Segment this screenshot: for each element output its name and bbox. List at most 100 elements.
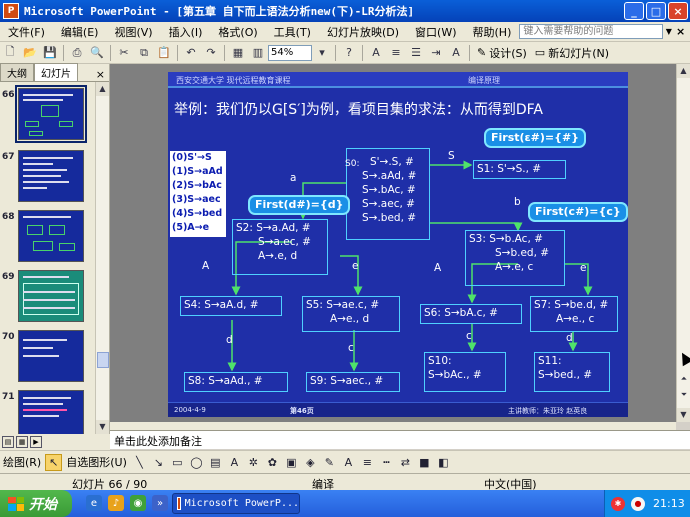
next-slide-icon[interactable]: ⏷ (677, 390, 690, 400)
slide-thumbnail-70[interactable]: 70 (0, 330, 94, 388)
line-color-icon[interactable]: ✎ (321, 454, 338, 471)
slide-thumbnail-66[interactable]: 66 (0, 85, 94, 146)
start-button[interactable]: 开始 (0, 490, 72, 517)
slide-thumbnail-67[interactable]: 67 (0, 150, 94, 208)
state-s9: S9: S→aec., # (306, 372, 400, 392)
menu-window[interactable]: 窗口(W) (407, 24, 464, 40)
open-icon[interactable]: 📂 (21, 44, 39, 62)
slide-sorter-view-icon[interactable]: ▦ (16, 436, 28, 448)
state-s5: S5: S→ae.c, # A→e., d (302, 296, 400, 332)
zoom-dropdown-icon[interactable]: ▾ (313, 44, 331, 62)
previous-slide-icon[interactable]: ⏶ (677, 374, 690, 384)
copy-icon[interactable]: ⧉ (135, 44, 153, 62)
thumbnail-scrollbar[interactable]: ▲ ▼ (95, 82, 109, 434)
maximize-button[interactable]: □ (646, 2, 666, 20)
state-s2-item: S2: S→a.Ad, # (236, 222, 311, 234)
scroll-thumb[interactable] (97, 352, 109, 368)
tab-outline[interactable]: 大纲 (0, 63, 34, 81)
design-button-label: 设计(S) (489, 46, 527, 60)
line-style-icon[interactable]: ≡ (359, 454, 376, 471)
scroll-down-icon[interactable]: ▼ (677, 408, 690, 422)
undo-icon[interactable]: ↶ (182, 44, 200, 62)
arrow-icon[interactable]: ↘ (150, 454, 167, 471)
fill-color-icon[interactable]: ◈ (302, 454, 319, 471)
state-s3: S3: S→b.Ac, # S→b.ed, # A→.e, c (465, 230, 565, 286)
quicklaunch-more-icon[interactable]: » (152, 495, 168, 511)
rectangle-icon[interactable]: ▭ (169, 454, 186, 471)
paste-icon[interactable]: 📋 (155, 44, 173, 62)
notes-pane[interactable]: 单击此处添加备注 (110, 430, 690, 449)
table-icon[interactable]: ▦ (229, 44, 247, 62)
document-close-icon[interactable]: × (674, 25, 687, 38)
slide-thumbnail-69[interactable]: 69 (0, 270, 94, 328)
scroll-up-icon[interactable]: ▲ (677, 64, 690, 78)
menu-slideshow[interactable]: 幻灯片放映(D) (319, 24, 407, 40)
slideshow-view-icon[interactable]: ▶ (30, 436, 42, 448)
slide-number: 68 (2, 212, 15, 222)
slide-thumbnail-68[interactable]: 68 (0, 210, 94, 268)
clipart-icon[interactable]: ✿ (264, 454, 281, 471)
print-icon[interactable]: ⎙ (68, 44, 86, 62)
line-icon[interactable]: ╲ (131, 454, 148, 471)
dash-style-icon[interactable]: ┅ (378, 454, 395, 471)
rule-1: (1)S→aAd (172, 166, 223, 177)
ie-quicklaunch-icon[interactable]: e (86, 495, 102, 511)
menu-help[interactable]: 帮助(H) (465, 24, 520, 40)
bullets-icon[interactable]: ≡ (387, 44, 405, 62)
select-pointer-icon[interactable]: ↖ (45, 453, 63, 471)
save-icon[interactable]: 💾 (41, 44, 59, 62)
design-button[interactable]: ✎ 设计(S) (473, 45, 531, 61)
horizontal-scrollbar[interactable] (110, 422, 676, 430)
new-document-icon[interactable]: 🗋 (1, 44, 19, 62)
arrow-style-icon[interactable]: ⇄ (397, 454, 414, 471)
new-slide-button[interactable]: ▭ 新幻灯片(N) (531, 45, 613, 61)
menu-view[interactable]: 视图(V) (106, 24, 160, 40)
media-quicklaunch-icon[interactable]: ♪ (108, 495, 124, 511)
network-tray-icon[interactable]: ● (631, 496, 645, 511)
menu-tools[interactable]: 工具(T) (266, 24, 319, 40)
minimize-button[interactable]: _ (624, 2, 644, 20)
wordart-icon[interactable]: A (226, 454, 243, 471)
textbox-icon[interactable]: ▤ (207, 454, 224, 471)
numbering-icon[interactable]: ☰ (407, 44, 425, 62)
menu-format[interactable]: 格式(O) (210, 24, 265, 40)
preview-icon[interactable]: 🔍 (88, 44, 106, 62)
close-button[interactable]: × (668, 2, 688, 20)
redo-icon[interactable]: ↷ (202, 44, 220, 62)
scroll-up-icon[interactable]: ▲ (96, 82, 109, 96)
slide-number: 71 (2, 392, 15, 402)
menu-edit[interactable]: 编辑(E) (53, 24, 107, 40)
current-slide[interactable]: 西安交通大学 现代远程教育课程 编译原理 举例：我们仍以G[S′]为例，看项目集… (168, 72, 628, 417)
help-dropdown-icon[interactable]: ▼ (663, 27, 674, 36)
menu-file[interactable]: 文件(F) (0, 24, 53, 40)
normal-view-icon[interactable]: ▤ (2, 436, 14, 448)
tab-slides[interactable]: 幻灯片 (34, 63, 78, 81)
oval-icon[interactable]: ◯ (188, 454, 205, 471)
scroll-down-icon[interactable]: ▼ (96, 420, 109, 434)
state-s8: S8: S→aAd., # (184, 372, 288, 392)
indent-icon[interactable]: ⇥ (427, 44, 445, 62)
3d-icon[interactable]: ◧ (435, 454, 452, 471)
diagram-icon[interactable]: ✲ (245, 454, 262, 471)
chart-icon[interactable]: ▥ (249, 44, 267, 62)
taskbar-powerpoint-button[interactable]: Microsoft PowerP... (172, 493, 300, 514)
shadow-icon[interactable]: ■ (416, 454, 433, 471)
slide-scrollbar[interactable]: ▲ ⏶ ⏷ ▼ (676, 64, 690, 422)
cut-icon[interactable]: ✂ (115, 44, 133, 62)
text-color-icon[interactable]: A (340, 454, 357, 471)
font-color-icon[interactable]: A (447, 44, 465, 62)
antivirus-tray-icon[interactable]: ✱ (611, 496, 625, 511)
draw-menu-button[interactable]: 绘图(R) (0, 454, 44, 470)
pane-close-icon[interactable]: × (96, 68, 105, 81)
desktop-quicklaunch-icon[interactable]: ◉ (130, 495, 146, 511)
edge-label-a: a (290, 172, 297, 184)
menu-insert[interactable]: 插入(I) (161, 24, 211, 40)
help-icon[interactable]: ? (340, 44, 358, 62)
help-search-input[interactable]: 键入需要帮助的问题 (519, 24, 664, 39)
zoom-select[interactable]: 54% (268, 44, 312, 61)
powerpoint-app-icon[interactable]: P (3, 3, 19, 19)
font-size-increase-icon[interactable]: A (367, 44, 385, 62)
state-s6: S6: S→bA.c, # (420, 304, 522, 324)
autoshapes-menu-button[interactable]: 自选图形(U) (63, 454, 130, 470)
picture-icon[interactable]: ▣ (283, 454, 300, 471)
